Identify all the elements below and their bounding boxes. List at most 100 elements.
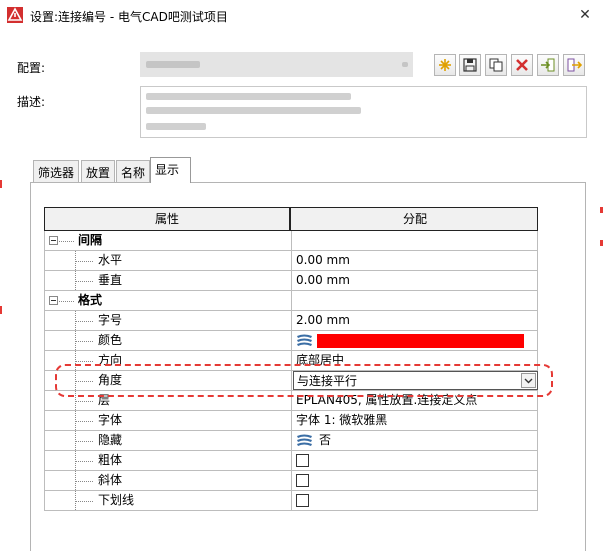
value-cell[interactable] [293, 231, 538, 250]
property-cell: 间隔 [45, 231, 292, 250]
edge-marker [0, 306, 2, 314]
property-cell: 水平 [45, 251, 292, 270]
property-cell: 格式 [45, 291, 292, 310]
checkbox[interactable] [296, 454, 309, 467]
config-select[interactable] [140, 52, 413, 77]
value-cell[interactable] [293, 291, 538, 310]
copy-icon [489, 58, 503, 72]
edge-marker [600, 240, 603, 246]
tab-filter[interactable]: 筛选器 [33, 160, 80, 182]
value-cell[interactable]: 否 [293, 431, 538, 450]
value-text: 否 [319, 433, 332, 447]
column-header-value[interactable]: 分配 [293, 208, 537, 230]
property-label: 字号 [98, 313, 123, 327]
tab-placement[interactable]: 放置 [81, 160, 116, 182]
import-config-button[interactable] [537, 54, 559, 76]
value-text: 0.00 mm [296, 273, 350, 287]
value-cell[interactable]: 字体 1: 微软雅黑 [293, 411, 538, 430]
import-icon [541, 58, 555, 72]
value-cell[interactable]: 2.00 mm [293, 311, 538, 330]
property-cell: 下划线 [45, 491, 292, 510]
delete-icon [516, 59, 528, 71]
value-cell[interactable] [293, 471, 538, 490]
tree-connector [59, 301, 74, 302]
color-swatch[interactable] [317, 334, 524, 348]
grid-group-row[interactable]: 格式 [44, 291, 538, 311]
property-label: 粗体 [98, 453, 123, 467]
layer-stack-icon [296, 433, 313, 450]
property-label: 格式 [78, 293, 103, 307]
property-label: 水平 [98, 253, 123, 267]
grid-row[interactable]: 字号 2.00 mm [44, 311, 538, 331]
collapse-icon[interactable] [49, 296, 58, 305]
value-text: 2.00 mm [296, 313, 350, 327]
grid-row[interactable]: 隐藏 否 [44, 431, 538, 451]
obscured-text [146, 93, 351, 100]
property-label: 字体 [98, 413, 123, 427]
property-cell: 粗体 [45, 451, 292, 470]
value-cell[interactable] [293, 491, 538, 510]
export-config-button[interactable] [563, 54, 585, 76]
save-config-button[interactable] [459, 54, 481, 76]
tree-connector [75, 281, 93, 282]
value-cell[interactable]: 0.00 mm [293, 271, 538, 290]
tree-connector [75, 341, 93, 342]
value-text: 0.00 mm [296, 253, 350, 267]
tree-connector [75, 441, 93, 442]
checkbox[interactable] [296, 474, 309, 487]
column-header-property[interactable]: 属性 [45, 208, 291, 230]
tree-connector [75, 321, 93, 322]
layer-stack-icon [296, 333, 313, 350]
grid-group-row[interactable]: 间隔 [44, 231, 538, 251]
new-config-button[interactable] [434, 54, 456, 76]
title-bar: 设置:连接编号 - 电气CAD吧测试项目 ✕ [0, 0, 606, 30]
property-label: 斜体 [98, 473, 123, 487]
export-icon [567, 58, 582, 72]
value-cell[interactable]: 0.00 mm [293, 251, 538, 270]
tree-connector [75, 461, 93, 462]
value-cell[interactable] [293, 451, 538, 470]
grid-row[interactable]: 颜色 [44, 331, 538, 351]
tree-connector [59, 241, 74, 242]
obscured-text [146, 123, 206, 130]
property-label: 颜色 [98, 333, 123, 347]
copy-config-button[interactable] [485, 54, 507, 76]
edge-marker [600, 207, 603, 213]
delete-config-button[interactable] [511, 54, 533, 76]
highlight-annotation [55, 364, 553, 397]
grid-row[interactable]: 下划线 [44, 491, 538, 511]
config-label: 配置: [17, 61, 46, 75]
eplan-app-icon [7, 7, 23, 23]
obscured-text [402, 62, 408, 67]
obscured-text [146, 107, 361, 114]
property-cell: 斜体 [45, 471, 292, 490]
tree-connector [75, 421, 93, 422]
tree-connector [75, 481, 93, 482]
property-cell: 垂直 [45, 271, 292, 290]
tree-connector [75, 261, 93, 262]
value-cell[interactable] [293, 331, 538, 350]
tab-display[interactable]: 显示 [150, 157, 191, 183]
description-label: 描述: [17, 95, 46, 109]
tree-connector [75, 361, 93, 362]
tree-connector [75, 401, 93, 402]
grid-row[interactable]: 水平 0.00 mm [44, 251, 538, 271]
new-icon [439, 59, 451, 71]
property-cell: 字号 [45, 311, 292, 330]
close-icon: ✕ [579, 7, 591, 23]
grid-row[interactable]: 字体 字体 1: 微软雅黑 [44, 411, 538, 431]
collapse-icon[interactable] [49, 236, 58, 245]
value-text: 字体 1: 微软雅黑 [296, 413, 388, 427]
grid-row[interactable]: 斜体 [44, 471, 538, 491]
tree-connector [75, 501, 93, 502]
grid-row[interactable]: 粗体 [44, 451, 538, 471]
description-field[interactable] [140, 86, 587, 138]
close-button[interactable]: ✕ [570, 3, 600, 27]
property-label: 间隔 [78, 233, 103, 247]
tab-name[interactable]: 名称 [116, 160, 151, 182]
window-title: 设置:连接编号 - 电气CAD吧测试项目 [30, 10, 228, 24]
property-cell: 隐藏 [45, 431, 292, 450]
checkbox[interactable] [296, 494, 309, 507]
property-label: 下划线 [98, 493, 135, 507]
grid-row[interactable]: 垂直 0.00 mm [44, 271, 538, 291]
